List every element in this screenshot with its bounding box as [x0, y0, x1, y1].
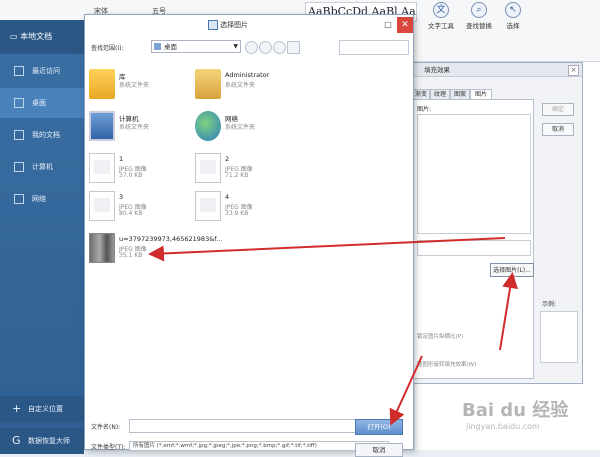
select-button[interactable]: ↖ 选择	[500, 2, 526, 30]
picture-label: 图片:	[417, 106, 432, 113]
file-item-library[interactable]: 库 系统文件夹	[89, 69, 209, 105]
user-folder-icon	[195, 69, 221, 99]
up-folder-icon[interactable]	[259, 41, 272, 54]
lock-aspect-checkbox[interactable]: 锁定图片纵横比(P)	[417, 332, 463, 340]
globe-icon	[195, 111, 221, 141]
file-item-2[interactable]: 2 JPEG 图像 71.2 KB	[195, 153, 315, 189]
text-tools-button[interactable]: 文 文字工具	[428, 2, 454, 30]
desktop-icon	[14, 98, 24, 108]
filename-label: 文件名(N):	[91, 424, 121, 431]
picture-preview	[417, 114, 531, 234]
jpeg-file-icon	[89, 191, 115, 221]
maximize-icon[interactable]: □	[381, 18, 395, 32]
computer-icon	[14, 162, 24, 172]
computer-icon	[89, 111, 115, 141]
add-location-button[interactable]: + 自定义位置	[0, 396, 84, 422]
cancel-button[interactable]: 取消	[355, 443, 403, 457]
local-docs-header: ▭ 本地文档	[0, 20, 84, 54]
jpeg-file-icon	[195, 153, 221, 183]
close-icon[interactable]: ×	[568, 65, 579, 76]
picture-name-box	[417, 240, 531, 256]
library-folder-icon	[89, 69, 115, 99]
sidebar-item-network[interactable]: 网络	[0, 184, 84, 214]
plus-icon: +	[12, 402, 22, 415]
filename-input[interactable]: ▼	[129, 419, 389, 433]
network-icon	[14, 194, 24, 204]
choose-picture-dialog: 选择图片 □ ✕ 查找范围(I): 桌面 ▼ 库 系统文件夹 Administr…	[84, 14, 414, 457]
view-menu-icon[interactable]	[287, 41, 300, 54]
ok-button[interactable]: 确定	[542, 103, 574, 116]
fill-effects-title: 填充效果	[406, 63, 582, 77]
dialog-titlebar: 选择图片 □ ✕	[85, 15, 413, 37]
jpeg-file-icon	[89, 153, 115, 183]
folder-icon	[154, 43, 161, 50]
close-icon[interactable]: ✕	[397, 17, 413, 33]
sidebar-item-recent[interactable]: 最近访问	[0, 56, 84, 86]
chevron-down-icon: ▼	[233, 43, 238, 50]
new-folder-icon[interactable]	[273, 41, 286, 54]
picture-panel: 图片: 锁定图片纵横比(P) 随图形旋转填充效果(W)	[412, 99, 534, 379]
sidebar-item-desktop[interactable]: 桌面	[0, 88, 84, 118]
choose-picture-button[interactable]: 选择图片(L)...	[490, 263, 534, 277]
recent-icon	[14, 66, 24, 76]
places-sidebar: ▭ 本地文档 最近访问 桌面 我的文档 计算机 网络 + 自定义位置 G 数据恢复大…	[0, 20, 84, 454]
sample-preview	[540, 311, 578, 363]
search-input[interactable]	[339, 40, 409, 55]
sidebar-item-my-documents[interactable]: 我的文档	[0, 120, 84, 150]
documents-icon	[14, 130, 24, 140]
text-tools-icon: 文	[433, 2, 449, 18]
dialog-title: 选择图片	[220, 21, 248, 29]
open-button[interactable]: 打开(O)	[355, 419, 403, 435]
data-recovery-button[interactable]: G 数据恢复大师	[0, 428, 84, 454]
watermark-brand: Bai du 经验	[462, 400, 569, 421]
watermark-url: jingyan.baidu.com	[466, 422, 540, 431]
monitor-icon: ▭	[10, 32, 21, 41]
sidebar-item-computer[interactable]: 计算机	[0, 152, 84, 182]
fill-effects-dialog: 填充效果 × 渐变 纹理 图案 图片 图片: 锁定图片纵横比(P) 随图形旋转填…	[405, 62, 583, 384]
look-in-label: 查找范围(I):	[91, 45, 124, 52]
recovery-icon: G	[12, 434, 21, 447]
look-in-select[interactable]: 桌面 ▼	[151, 40, 241, 53]
magnifier-icon: ⌕	[471, 2, 487, 18]
photo-thumbnail	[89, 233, 115, 263]
find-replace-button[interactable]: ⌕ 查找替换	[466, 2, 492, 30]
file-item-3[interactable]: 3 JPEG 图像 80.4 KB	[89, 191, 209, 227]
rotate-with-shape-checkbox[interactable]: 随图形旋转填充效果(W)	[417, 360, 476, 368]
jpeg-file-icon	[195, 191, 221, 221]
file-item-network[interactable]: 网络 系统文件夹	[195, 111, 315, 147]
back-icon[interactable]	[245, 41, 258, 54]
sample-label: 示例:	[542, 301, 557, 308]
baidu-watermark: Bai du 经验 jingyan.baidu.com	[456, 392, 596, 440]
file-item-photo[interactable]: u=3797239973,465621983&f... JPEG 图像 35.1…	[89, 233, 269, 269]
file-item-1[interactable]: 1 JPEG 图像 37.0 KB	[89, 153, 209, 189]
cursor-icon: ↖	[505, 2, 521, 18]
picture-icon	[208, 20, 218, 30]
file-item-administrator[interactable]: Administrator 系统文件夹	[195, 69, 315, 105]
file-item-computer[interactable]: 计算机 系统文件夹	[89, 111, 209, 147]
file-item-4[interactable]: 4 JPEG 图像 33.9 KB	[195, 191, 315, 227]
fill-cancel-button[interactable]: 取消	[542, 123, 574, 136]
